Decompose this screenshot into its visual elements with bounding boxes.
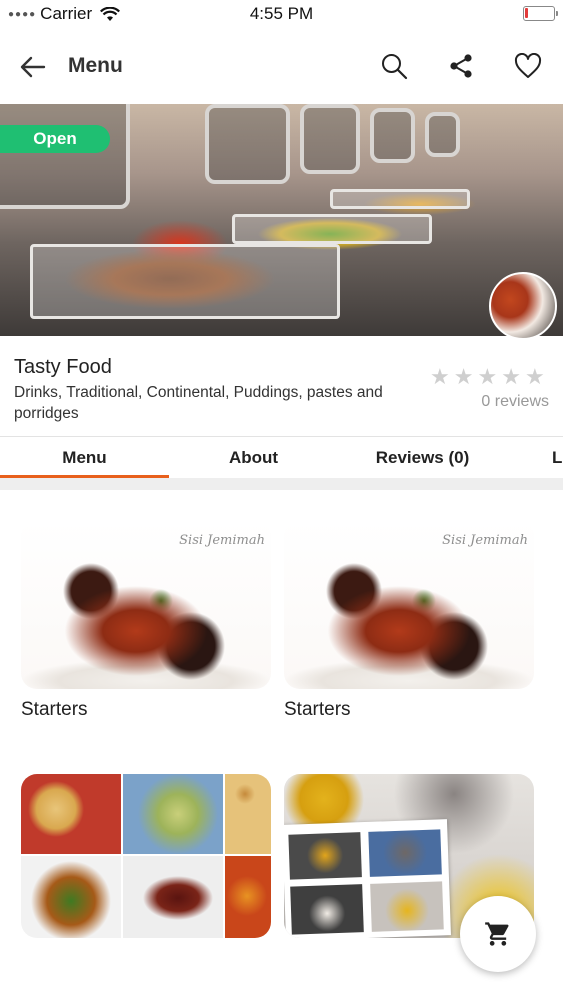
food-tray (232, 214, 432, 244)
status-bar: ●●●● Carrier 4:55 PM (0, 0, 563, 30)
search-button[interactable] (378, 50, 410, 82)
chafing-dish (0, 104, 130, 209)
star-icon: ★ (501, 364, 521, 389)
category-label: Starters (284, 699, 351, 720)
page-title: Menu (68, 54, 123, 77)
restaurant-logo (489, 272, 557, 340)
star-icon: ★ (524, 364, 545, 389)
star-icon: ★ (430, 364, 450, 389)
back-arrow-icon (20, 56, 46, 78)
clock: 4:55 PM (249, 4, 314, 23)
section-divider (0, 478, 563, 490)
battery-icon (523, 6, 558, 21)
menu-category-card[interactable]: Sisi Jemimah Starters (284, 521, 534, 731)
cart-icon (485, 922, 509, 946)
restaurant-info: Tasty Food Drinks, Traditional, Continen… (0, 336, 563, 436)
pastry-photo (21, 774, 121, 854)
category-image: Sisi Jemimah (284, 521, 534, 689)
tab-bar: Menu About Reviews (0) L (0, 436, 563, 478)
vegetable-photo (21, 856, 121, 938)
reviews-count: 0 reviews (481, 393, 549, 410)
nuts-photo (225, 774, 271, 854)
share-icon (450, 54, 472, 78)
chafing-dish (370, 108, 415, 163)
share-button[interactable] (445, 50, 477, 82)
heart-icon (514, 53, 542, 78)
favorite-button[interactable] (512, 50, 544, 82)
food-tray (30, 244, 340, 319)
category-label: Starters (21, 699, 88, 720)
star-icon: ★ (453, 364, 474, 389)
menu-category-card[interactable]: Sisi Jemimah Starters (21, 521, 271, 731)
category-image (21, 774, 271, 938)
swallow-photo (284, 819, 451, 938)
tab-about[interactable]: About (169, 437, 338, 478)
rice-photo (123, 774, 223, 854)
restaurant-categories: Drinks, Traditional, Continental, Puddin… (14, 384, 383, 422)
cart-button[interactable] (460, 896, 536, 972)
restaurant-cover-image: Open (0, 104, 563, 336)
app-header: Menu (0, 30, 563, 104)
menu-category-card[interactable] (21, 774, 271, 938)
stew-photo (123, 856, 223, 938)
category-image: Sisi Jemimah (21, 521, 271, 689)
chafing-dish (300, 104, 360, 174)
snack-photo (225, 856, 271, 938)
rating-stars: ★ ★ ★ ★ ★ (430, 366, 545, 388)
search-icon (382, 54, 408, 80)
restaurant-name: Tasty Food (14, 356, 112, 378)
battery-level (525, 8, 528, 18)
image-watermark: Sisi Jemimah (442, 533, 528, 548)
chafing-dish (425, 112, 460, 157)
star-icon: ★ (477, 364, 498, 389)
tab-reviews[interactable]: Reviews (0) (338, 437, 507, 478)
image-watermark: Sisi Jemimah (179, 533, 265, 548)
back-button[interactable] (18, 52, 48, 82)
chafing-dish (205, 104, 290, 184)
open-status-badge: Open (0, 125, 110, 153)
tab-menu[interactable]: Menu (0, 437, 169, 478)
menu-screen: ●●●● Carrier 4:55 PM Menu Open Tasty Foo… (0, 0, 563, 1000)
food-tray (330, 189, 470, 209)
tab-location[interactable]: L (507, 437, 563, 478)
